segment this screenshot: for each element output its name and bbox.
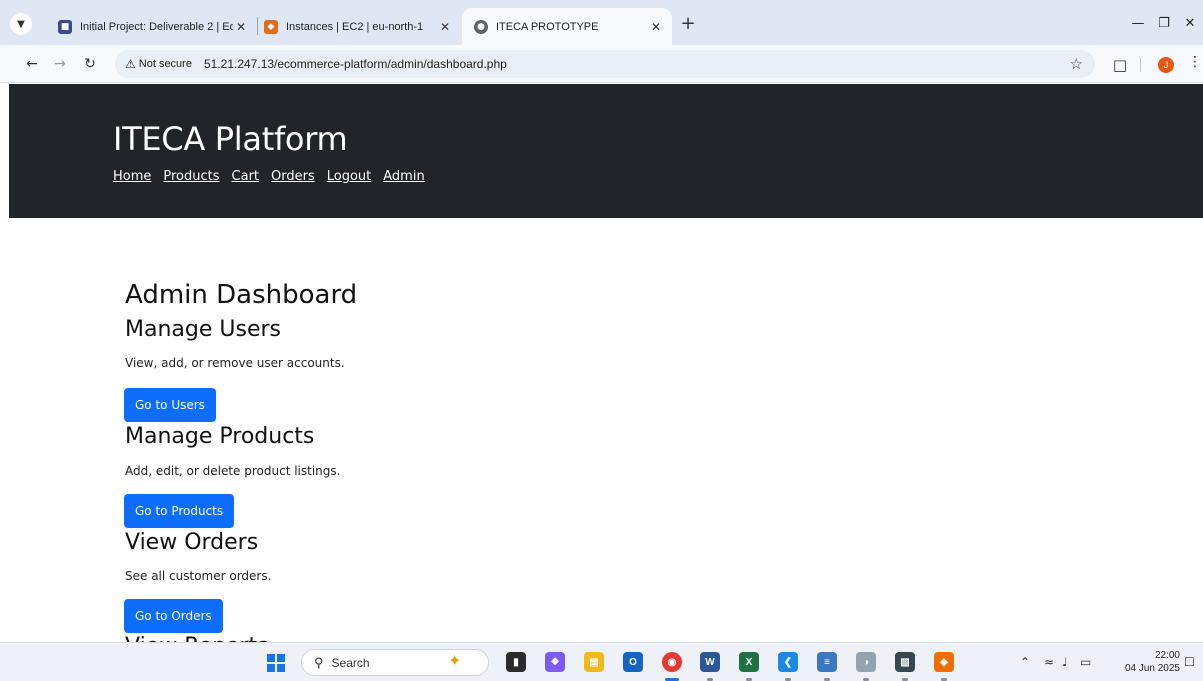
nav-link-products[interactable]: Products [163, 169, 219, 184]
section-title-users: Manage Users [125, 317, 281, 342]
section-desc-products: Add, edit, or delete product listings. [125, 464, 341, 478]
section-desc-orders: See all customer orders. [125, 569, 272, 583]
site-header: ITECA Platform Home Products Cart Orders… [9, 84, 1203, 218]
reload-icon[interactable]: ↻ [80, 54, 100, 74]
globe-icon: ● [474, 19, 488, 34]
notepad-icon[interactable]: ≡ [817, 652, 837, 672]
site-title: ITECA Platform [113, 120, 348, 158]
notifications-icon[interactable]: ☐ [1184, 655, 1195, 669]
new-tab-button[interactable]: + [679, 13, 697, 34]
minimize-icon[interactable]: — [1128, 13, 1148, 33]
go-to-products-button[interactable]: Go to Products [124, 494, 235, 528]
nav-link-cart[interactable]: Cart [232, 169, 260, 184]
section-title-products: Manage Products [125, 424, 315, 449]
page-title: Admin Dashboard [125, 280, 358, 310]
tab-search-chevron-icon[interactable]: ▼ [10, 13, 32, 35]
windows-taskbar: ⚲ Search ✦ ▮ ❖ ▤ O ◉ W X ❮ ≡ ◑ ▧ ◆ ⌃ ≈ ♩… [0, 642, 1203, 681]
url-text[interactable]: 51.21.247.13/ecommerce-platform/admin/da… [204, 57, 507, 71]
window-close-icon[interactable]: ✕ [1180, 13, 1200, 33]
section-title-orders: View Orders [125, 530, 259, 555]
nav-link-admin[interactable]: Admin [383, 169, 424, 184]
forward-arrow-icon[interactable]: → [50, 54, 70, 74]
battery-icon[interactable]: ▭ [1080, 655, 1091, 669]
nav-link-home[interactable]: Home [113, 169, 151, 184]
clock-date: 04 Jun 2025 [1124, 663, 1180, 674]
toolbar-divider [1140, 58, 1141, 72]
volume-muted-icon[interactable]: ♩ [1062, 655, 1068, 669]
search-placeholder: Search [331, 655, 370, 670]
wifi-icon[interactable]: ≈ [1044, 655, 1054, 669]
security-label[interactable]: Not secure [139, 58, 192, 70]
chrome-icon[interactable]: ◉ [662, 652, 682, 672]
nav-link-logout[interactable]: Logout [327, 169, 372, 184]
extensions-puzzle-icon[interactable]: □ [1110, 55, 1130, 75]
excel-icon[interactable]: X [739, 652, 759, 672]
restore-icon[interactable]: ❐ [1154, 13, 1174, 33]
file-explorer-icon[interactable]: ▤ [584, 652, 604, 672]
taskbar-clock[interactable]: 22:00 04 Jun 2025 [1118, 649, 1180, 675]
browser-tab-bar: ▼ ■ Initial Project: Deliverable 2 | Ed … [0, 0, 1203, 45]
sql-tool-icon[interactable]: ▧ [895, 652, 915, 672]
browser-toolbar: ← → ↻ ⚠ Not secure 51.21.247.13/ecommerc… [0, 45, 1203, 83]
task-view-icon[interactable]: ▮ [506, 652, 526, 672]
more-menu-icon[interactable]: ⋮ [1188, 54, 1202, 70]
windows-start-icon[interactable] [267, 654, 285, 672]
word-icon[interactable]: W [700, 652, 720, 672]
ed-icon: ■ [58, 19, 72, 34]
vscode-icon[interactable]: ❮ [778, 652, 798, 672]
clock-time: 22:00 [1154, 650, 1180, 661]
bookmark-star-icon[interactable]: ☆ [1070, 55, 1083, 73]
close-icon[interactable]: ✕ [437, 20, 453, 34]
go-to-users-button[interactable]: Go to Users [124, 388, 216, 422]
copilot-sparkle-icon[interactable]: ✦ [448, 651, 461, 670]
section-title-reports: View Reports [125, 634, 269, 642]
git-tool-icon[interactable]: ◆ [934, 652, 954, 672]
profile-avatar[interactable]: J [1158, 57, 1174, 73]
tab-ed-project[interactable]: ■ Initial Project: Deliverable 2 | Ed ✕ [46, 8, 257, 45]
warning-icon[interactable]: ⚠ [125, 57, 136, 71]
go-to-orders-button[interactable]: Go to Orders [124, 599, 223, 633]
close-icon[interactable]: ✕ [233, 20, 249, 34]
search-icon: ⚲ [314, 654, 324, 670]
tab-aws-instances[interactable]: ◆ Instances | EC2 | eu-north-1 ✕ [252, 8, 461, 45]
copilot-app-icon[interactable]: ❖ [545, 652, 565, 672]
nav-link-orders[interactable]: Orders [271, 169, 315, 184]
section-desc-users: View, add, or remove user accounts. [125, 356, 345, 370]
close-icon[interactable]: ✕ [648, 20, 664, 34]
page-viewport: ITECA Platform Home Products Cart Orders… [0, 84, 1203, 642]
tab-title: ITECA PROTOTYPE [496, 20, 599, 33]
address-bar[interactable]: ⚠ Not secure 51.21.247.13/ecommerce-plat… [115, 50, 1095, 78]
back-arrow-icon[interactable]: ← [22, 54, 42, 74]
tab-title: Initial Project: Deliverable 2 | Ed [80, 20, 233, 33]
snipping-tool-icon[interactable]: ◑ [856, 652, 876, 672]
tab-iteca-prototype[interactable]: ● ITECA PROTOTYPE ✕ [462, 8, 672, 45]
tab-title: Instances | EC2 | eu-north-1 [286, 20, 424, 33]
tray-chevron-up-icon[interactable]: ⌃ [1020, 655, 1030, 669]
outlook-icon[interactable]: O [623, 652, 643, 672]
aws-icon: ◆ [264, 19, 278, 34]
site-nav: Home Products Cart Orders Logout Admin [113, 169, 437, 184]
